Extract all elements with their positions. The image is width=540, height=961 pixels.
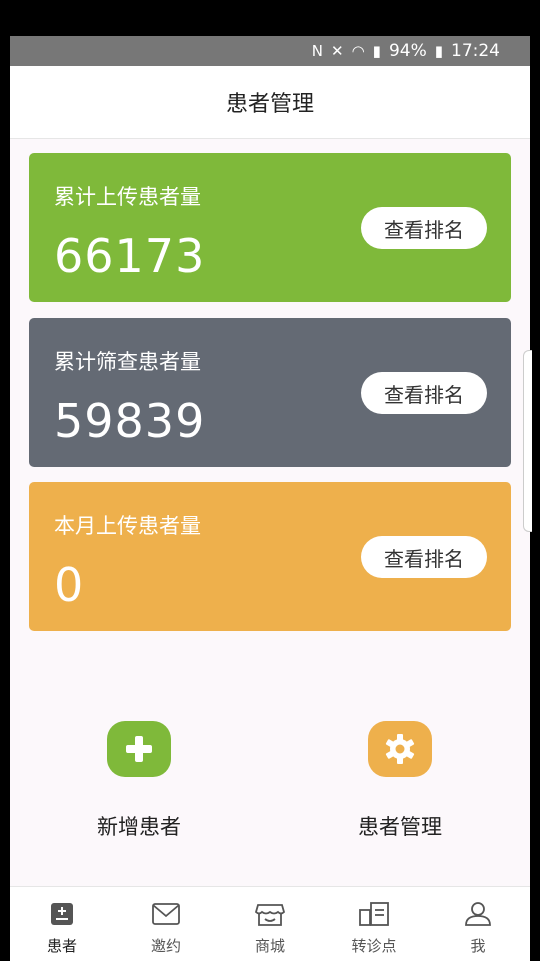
store-icon bbox=[254, 904, 286, 926]
app-screen: 患者管理 累计上传患者量 66173 查看排名 累计筛查患者量 59839 查看… bbox=[10, 66, 532, 961]
bottom-tab-bar: 患者 邀约 商城 转诊点 我 bbox=[10, 886, 530, 961]
tab-patients[interactable]: 患者 bbox=[10, 887, 114, 961]
title-bar: 患者管理 bbox=[10, 66, 530, 139]
view-ranking-button[interactable]: 查看排名 bbox=[361, 207, 487, 249]
manage-patients-label: 患者管理 bbox=[358, 815, 442, 839]
status-bar: Ν ✕ ◠ ▮ 94% ▮ 17:24 bbox=[10, 36, 530, 66]
card-month-uploaded: 本月上传患者量 0 查看排名 bbox=[29, 482, 511, 631]
nfc-icon: Ν bbox=[311, 42, 323, 60]
plus-icon bbox=[107, 721, 171, 777]
battery-icon: ▮ bbox=[434, 42, 443, 60]
card-value: 59839 bbox=[54, 394, 206, 448]
tab-me[interactable]: 我 bbox=[426, 887, 530, 961]
tab-label: 我 bbox=[470, 937, 486, 955]
tab-label: 转诊点 bbox=[351, 937, 397, 955]
battery-percent: 94% bbox=[388, 41, 427, 61]
tab-label: 邀约 bbox=[150, 937, 181, 955]
gear-icon bbox=[368, 721, 432, 777]
view-ranking-button[interactable]: 查看排名 bbox=[361, 536, 487, 578]
card-label: 本月上传患者量 bbox=[54, 514, 201, 538]
card-label: 累计上传患者量 bbox=[54, 185, 201, 209]
add-patient-label: 新增患者 bbox=[97, 815, 181, 839]
page-title: 患者管理 bbox=[225, 92, 314, 117]
status-time: 17:24 bbox=[451, 41, 500, 61]
manage-patients-button[interactable]: 患者管理 bbox=[320, 721, 480, 841]
tab-referral[interactable]: 转诊点 bbox=[322, 887, 426, 961]
referral-icon bbox=[359, 902, 389, 926]
tab-invite[interactable]: 邀约 bbox=[114, 887, 218, 961]
view-ranking-button[interactable]: 查看排名 bbox=[361, 372, 487, 414]
mail-icon bbox=[152, 903, 180, 925]
tab-store[interactable]: 商城 bbox=[218, 887, 322, 961]
side-drawer-handle[interactable] bbox=[523, 350, 532, 532]
tab-label: 商城 bbox=[254, 937, 285, 955]
card-total-uploaded: 累计上传患者量 66173 查看排名 bbox=[29, 153, 511, 302]
user-icon bbox=[465, 902, 491, 926]
tab-label: 患者 bbox=[46, 937, 77, 955]
card-value: 66173 bbox=[54, 229, 206, 283]
wifi-icon: ◠ bbox=[351, 42, 365, 60]
add-patient-button[interactable]: 新增患者 bbox=[59, 721, 219, 841]
patient-icon bbox=[51, 903, 73, 925]
card-total-screened: 累计筛查患者量 59839 查看排名 bbox=[29, 318, 511, 467]
mute-icon: ✕ bbox=[331, 42, 344, 60]
card-value: 0 bbox=[54, 558, 85, 612]
signal-icon: ▮ bbox=[372, 42, 381, 60]
card-label: 累计筛查患者量 bbox=[54, 350, 201, 374]
